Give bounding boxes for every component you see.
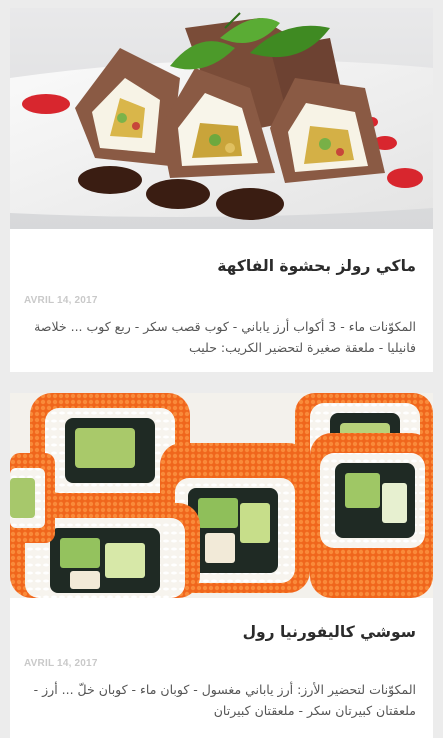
post-title[interactable]: سوشي كاليفورنيا رول — [10, 623, 433, 641]
post-card[interactable]: ماكي رولز بحشوة الفاكهة AVRIL 14, 2017 ا… — [10, 8, 433, 372]
post-excerpt: المكوّنات لتحضير الأرز: أرز ياباني مغسول… — [33, 682, 416, 718]
post-thumbnail[interactable] — [10, 393, 433, 598]
post-card[interactable]: سوشي كاليفورنيا رول AVRIL 14, 2017 المكو… — [10, 393, 433, 738]
post-title[interactable]: ماكي رولز بحشوة الفاكهة — [10, 257, 433, 275]
post-excerpt: المكوّنات ماء - 3 أكواب أرز ياباني - كوب… — [34, 319, 416, 355]
california-roll-image — [10, 393, 433, 598]
post-thumbnail[interactable] — [10, 8, 433, 229]
maki-rolls-image — [10, 8, 433, 229]
post-date: AVRIL 14, 2017 — [24, 295, 98, 306]
post-date: AVRIL 14, 2017 — [24, 658, 98, 669]
post-feed: ماكي رولز بحشوة الفاكهة AVRIL 14, 2017 ا… — [0, 0, 443, 738]
